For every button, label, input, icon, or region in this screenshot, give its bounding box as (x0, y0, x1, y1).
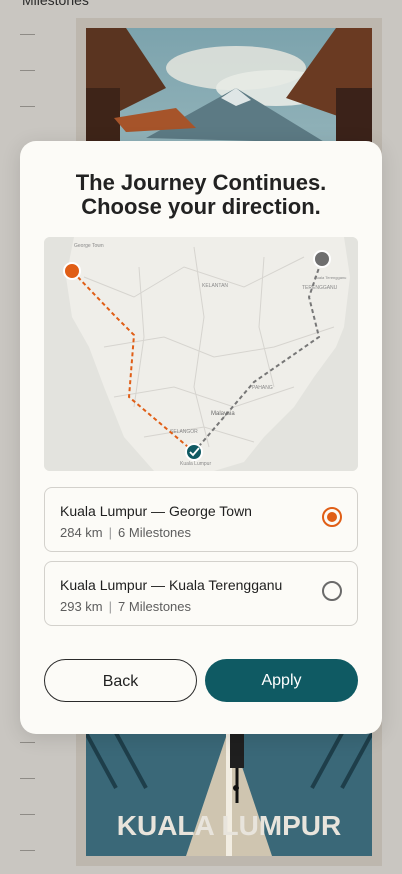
poster-title: KUALA LUMPUR (116, 810, 342, 841)
route-option-kuala-terengganu[interactable]: Kuala Lumpur — Kuala Terengganu 293 km | 7… (44, 561, 358, 626)
route-meta: 284 km | 6 Milestones (60, 525, 192, 540)
map-label-kelantan: KELANTAN (202, 283, 228, 289)
timeline-tick (20, 814, 35, 815)
route-radio-selected[interactable] (322, 507, 342, 527)
back-button[interactable]: Back (44, 659, 197, 702)
map-label-george-town: George Town (74, 243, 104, 249)
map-label-kuala-lumpur: Kuala Lumpur (180, 461, 211, 467)
timeline-tick (20, 850, 35, 851)
map-label-selangor: SELANGOR (170, 429, 198, 435)
apply-button[interactable]: Apply (205, 659, 358, 702)
modal-title: The Journey Continues. Choose your direc… (20, 171, 382, 219)
route-radio[interactable] (322, 581, 342, 601)
timeline-tick (20, 34, 35, 35)
route-map[interactable]: George Town KELANTAN TERENGGANU PAHANG S… (44, 237, 358, 471)
modal-title-line1: The Journey Continues. (75, 170, 327, 195)
map-label-malaysia: Malaysia (211, 411, 235, 417)
route-milestones: 6 Milestones (118, 525, 192, 540)
timeline-tick (20, 106, 35, 107)
route-meta: 293 km | 7 Milestones (60, 599, 192, 614)
route-option-george-town[interactable]: Kuala Lumpur — George Town 284 km | 6 Mile… (44, 487, 358, 552)
map-label-pahang: PAHANG (252, 385, 273, 391)
george-town-marker[interactable] (63, 262, 81, 280)
modal-title-line2: Choose your direction. (81, 194, 321, 219)
route-selection-modal: The Journey Continues. Choose your direc… (20, 141, 382, 734)
timeline-tick (20, 778, 35, 779)
route-name: Kuala Lumpur — Kuala Terengganu (60, 577, 283, 593)
kuala-lumpur-marker[interactable] (185, 443, 203, 461)
route-distance: 284 km (60, 525, 103, 540)
map-label-kuala-terengganu: Kuala Terengganu (314, 275, 346, 280)
timeline-tick (20, 70, 35, 71)
route-distance: 293 km (60, 599, 103, 614)
timeline-tick (20, 742, 35, 743)
kuala-terengganu-marker[interactable] (313, 250, 331, 268)
map-label-terengganu: TERENGGANU (302, 285, 338, 291)
route-name: Kuala Lumpur — George Town (60, 503, 252, 519)
route-milestones: 7 Milestones (118, 599, 192, 614)
